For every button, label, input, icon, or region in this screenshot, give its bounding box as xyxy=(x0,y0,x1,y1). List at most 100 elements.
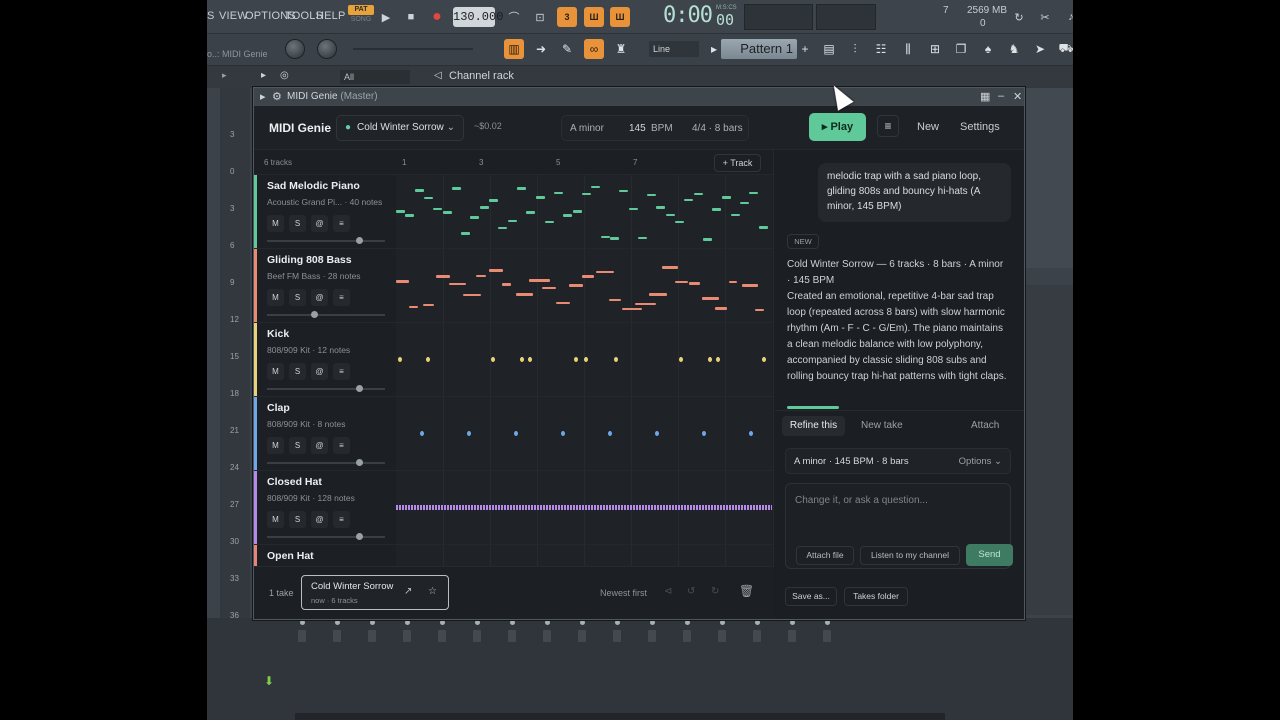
track-row[interactable]: Closed Hat 808/909 Kit · 128 notes M S @ ≡ xyxy=(254,470,773,545)
volume-knob[interactable] xyxy=(356,385,364,392)
settings-button[interactable]: Settings xyxy=(960,121,1000,133)
mixer-insert-dot[interactable] xyxy=(475,620,480,625)
context-select[interactable]: A minor · 145 BPM · 8 bars Options ⌄ xyxy=(785,448,1011,474)
mixer-insert-dot[interactable] xyxy=(615,620,620,625)
track-row[interactable]: Kick 808/909 Kit · 12 notes M S @ ≡ xyxy=(254,322,773,397)
tempo-tool-icon[interactable]: ♞ xyxy=(1004,39,1024,59)
send-button[interactable]: Send xyxy=(966,544,1013,566)
master-slider[interactable] xyxy=(353,48,473,50)
gear-icon[interactable]: ⚙ xyxy=(272,90,282,103)
mixer-insert-dot[interactable] xyxy=(650,620,655,625)
mixer-insert-dot[interactable] xyxy=(370,620,375,625)
mixer-insert-dot[interactable] xyxy=(300,620,305,625)
metronome-icon[interactable]: ⌒ xyxy=(504,7,524,27)
brush-icon[interactable]: ✎ xyxy=(557,39,577,59)
track-row[interactable]: Open Hat808/909 Kit · 8 notesMS@≡ xyxy=(254,544,773,566)
play-button[interactable]: ▸ Play xyxy=(809,113,866,141)
mute-button[interactable]: M xyxy=(267,289,284,306)
menu-icon[interactable]: ≡ xyxy=(333,363,350,380)
plugin-icon[interactable]: ⊞ xyxy=(925,39,945,59)
link-icon[interactable]: ∞ xyxy=(584,39,604,59)
tempo-display[interactable]: 130.000 xyxy=(453,7,503,27)
pat-song-toggle[interactable]: PAT SONG xyxy=(348,5,374,27)
solo-button[interactable]: S xyxy=(289,511,306,528)
loop-record-icon[interactable]: Ш xyxy=(610,7,630,27)
at-icon[interactable]: @ xyxy=(311,511,328,528)
countdown-icon[interactable]: 3 xyxy=(557,7,577,27)
song-meta[interactable]: A minor 145 BPM 4/4 · 8 bars xyxy=(561,115,749,141)
mixer-insert-dot[interactable] xyxy=(580,620,585,625)
add-track-button[interactable]: + Track xyxy=(714,154,761,172)
at-icon[interactable]: @ xyxy=(311,289,328,306)
at-icon[interactable]: @ xyxy=(311,437,328,454)
mixer-insert-dot[interactable] xyxy=(405,620,410,625)
mute-button[interactable]: M xyxy=(267,363,284,380)
tab-refine[interactable]: Refine this xyxy=(782,416,845,436)
cart-icon[interactable]: ⛟ xyxy=(1056,39,1073,59)
menu-icon[interactable]: ≡ xyxy=(333,511,350,528)
scissors-icon[interactable]: ✂ xyxy=(1035,7,1055,27)
mixer-fader[interactable] xyxy=(718,630,726,642)
track-row[interactable]: Gliding 808 Bass Beef FM Bass · 28 notes M… xyxy=(254,248,773,323)
menu-help[interactable]: HELP xyxy=(316,10,346,22)
note-lane[interactable] xyxy=(396,545,772,566)
play-icon[interactable]: ▸ xyxy=(261,70,266,81)
download-arrow-icon[interactable]: ⬇ xyxy=(264,674,274,688)
menu-item-s[interactable]: S xyxy=(207,10,215,22)
attach-file-button[interactable]: Attach file xyxy=(796,546,854,565)
play-icon[interactable]: ▶ xyxy=(376,7,396,27)
solo-button[interactable]: S xyxy=(289,437,306,454)
message-input[interactable] xyxy=(795,492,995,508)
sort-select[interactable]: Newest first xyxy=(600,588,647,598)
menu-view[interactable]: VIEW xyxy=(219,10,248,22)
volume-knob[interactable] xyxy=(356,533,364,540)
mixer-fader[interactable] xyxy=(753,630,761,642)
mixer-fader[interactable] xyxy=(578,630,586,642)
mixer-fader[interactable] xyxy=(473,630,481,642)
volume-slider[interactable] xyxy=(267,385,385,392)
volume-knob[interactable] xyxy=(311,311,319,318)
mixer-fader[interactable] xyxy=(298,630,306,642)
hamburger-icon[interactable]: ≡ xyxy=(877,115,899,137)
eq-icon[interactable]: ⫼ xyxy=(898,39,918,59)
volume-slider[interactable] xyxy=(267,237,385,244)
record-icon[interactable]: ● xyxy=(427,7,447,27)
note-lane[interactable] xyxy=(396,323,772,397)
mixer-fader[interactable] xyxy=(403,630,411,642)
note-lane[interactable] xyxy=(396,249,772,323)
channel-rack-icon[interactable]: ☷ xyxy=(871,39,891,59)
mixer-icon[interactable]: ⫶ xyxy=(845,39,865,59)
stop-icon[interactable]: ■ xyxy=(401,7,421,27)
solo-button[interactable]: S xyxy=(289,363,306,380)
browser-icon[interactable]: ❐ xyxy=(951,39,971,59)
channel-filter[interactable]: All xyxy=(340,70,410,84)
pattern-add-icon[interactable]: + xyxy=(799,39,811,59)
volume-slider[interactable] xyxy=(267,533,385,540)
pattern-select[interactable]: Pattern 1 xyxy=(721,39,797,59)
volume-knob[interactable] xyxy=(356,459,364,466)
volume-slider[interactable] xyxy=(267,459,385,466)
menu-icon[interactable]: ≡ xyxy=(333,437,350,454)
mixer-fader[interactable] xyxy=(823,630,831,642)
bulb-icon[interactable]: ♠ xyxy=(978,39,998,59)
grid-icon[interactable]: ▦ xyxy=(980,90,990,103)
refresh-icon[interactable]: ↻ xyxy=(1009,7,1029,27)
mixer-fader[interactable] xyxy=(368,630,376,642)
close-icon[interactable]: ✕ xyxy=(1013,90,1022,103)
mixer-insert-dot[interactable] xyxy=(510,620,515,625)
menu-icon[interactable]: ≡ xyxy=(333,289,350,306)
mixer-fader[interactable] xyxy=(683,630,691,642)
mixer-fader[interactable] xyxy=(438,630,446,642)
mixer-fader[interactable] xyxy=(613,630,621,642)
playlist-icon[interactable]: ▤ xyxy=(819,39,839,59)
mixer-insert-dot[interactable] xyxy=(545,620,550,625)
mixer-fader[interactable] xyxy=(648,630,656,642)
track-row[interactable]: Sad Melodic Piano Acoustic Grand Pi... · … xyxy=(254,174,773,249)
tab-attach[interactable]: Attach xyxy=(971,420,999,431)
mute-button[interactable]: M xyxy=(267,215,284,232)
arrow-icon[interactable]: ➜ xyxy=(531,39,551,59)
at-icon[interactable]: @ xyxy=(311,215,328,232)
mute-button[interactable]: M xyxy=(267,511,284,528)
mixer-insert-dot[interactable] xyxy=(335,620,340,625)
master-pitch-knob[interactable] xyxy=(317,39,337,59)
